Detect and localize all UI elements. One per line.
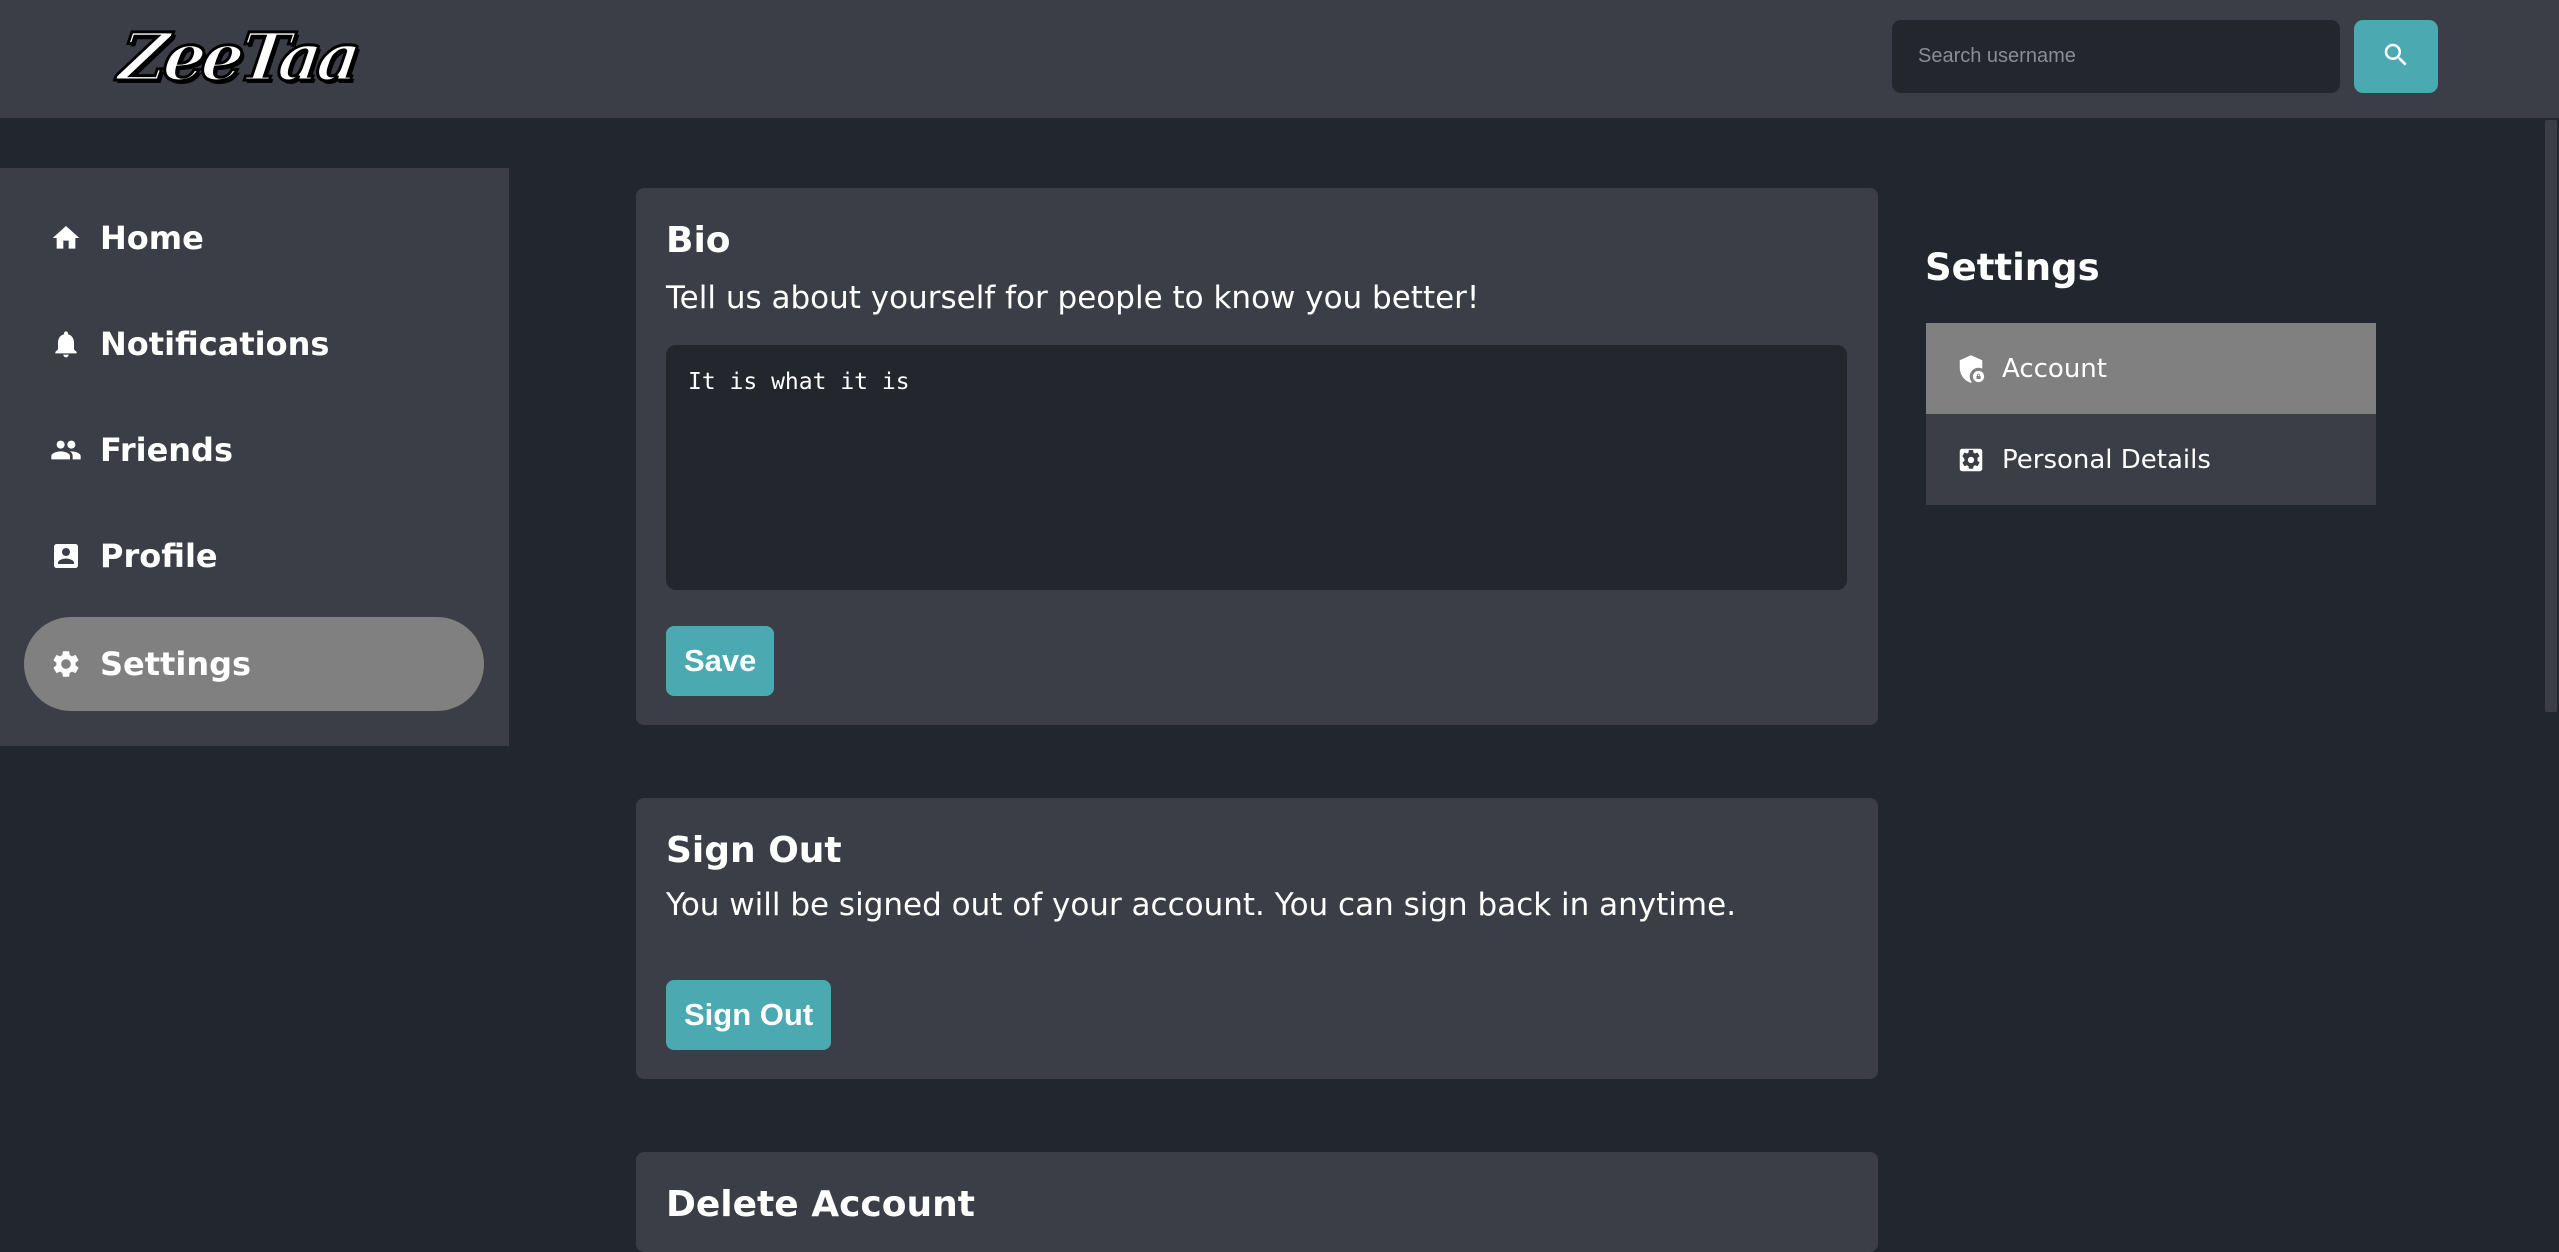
sidebar-item-profile[interactable]: Profile [24,509,484,603]
top-bar: ZeeTaa [0,0,2559,118]
delete-account-title: Delete Account [666,1184,975,1225]
sidebar-item-label: Home [100,219,204,257]
sidebar-item-home[interactable]: Home [24,191,484,285]
bio-textarea[interactable]: It is what it is [666,345,1847,590]
sign-out-description: You will be signed out of your account. … [666,887,1737,923]
sidebar: Home Notifications Friends Profile Setti… [0,168,509,746]
search-button[interactable] [2354,20,2438,93]
save-button[interactable]: Save [666,626,775,696]
sidebar-item-label: Friends [100,431,233,469]
settings-item-account[interactable]: Account [1926,323,2376,414]
sidebar-item-notifications[interactable]: Notifications [24,297,484,391]
sidebar-item-label: Settings [100,645,252,683]
sign-out-card: Sign Out You will be signed out of your … [636,798,1878,1079]
profile-card-icon [50,540,82,572]
sidebar-item-label: Profile [100,537,218,575]
sidebar-item-settings[interactable]: Settings [24,617,484,711]
shield-lock-icon [1956,354,1986,384]
sign-out-button[interactable]: Sign Out [666,980,832,1050]
home-icon [50,222,82,254]
sidebar-item-label: Notifications [100,325,330,363]
settings-title: Settings [1925,246,2100,289]
search-input[interactable] [1892,20,2340,93]
settings-item-label: Account [2002,353,2107,384]
settings-box-icon [1956,445,1986,475]
delete-account-card: Delete Account [636,1152,1878,1252]
bio-card: Bio Tell us about yourself for people to… [636,188,1878,725]
scrollbar-thumb[interactable] [2545,120,2557,712]
bio-title: Bio [666,220,731,261]
gear-icon [50,648,82,680]
people-icon [50,434,82,466]
logo[interactable]: ZeeTaa [113,17,363,98]
bio-description: Tell us about yourself for people to kno… [666,280,1480,316]
settings-item-label: Personal Details [2002,444,2211,475]
sidebar-item-friends[interactable]: Friends [24,403,484,497]
search-icon [2381,40,2411,73]
settings-item-personal-details[interactable]: Personal Details [1926,414,2376,505]
bell-icon [50,328,82,360]
sign-out-title: Sign Out [666,830,842,871]
